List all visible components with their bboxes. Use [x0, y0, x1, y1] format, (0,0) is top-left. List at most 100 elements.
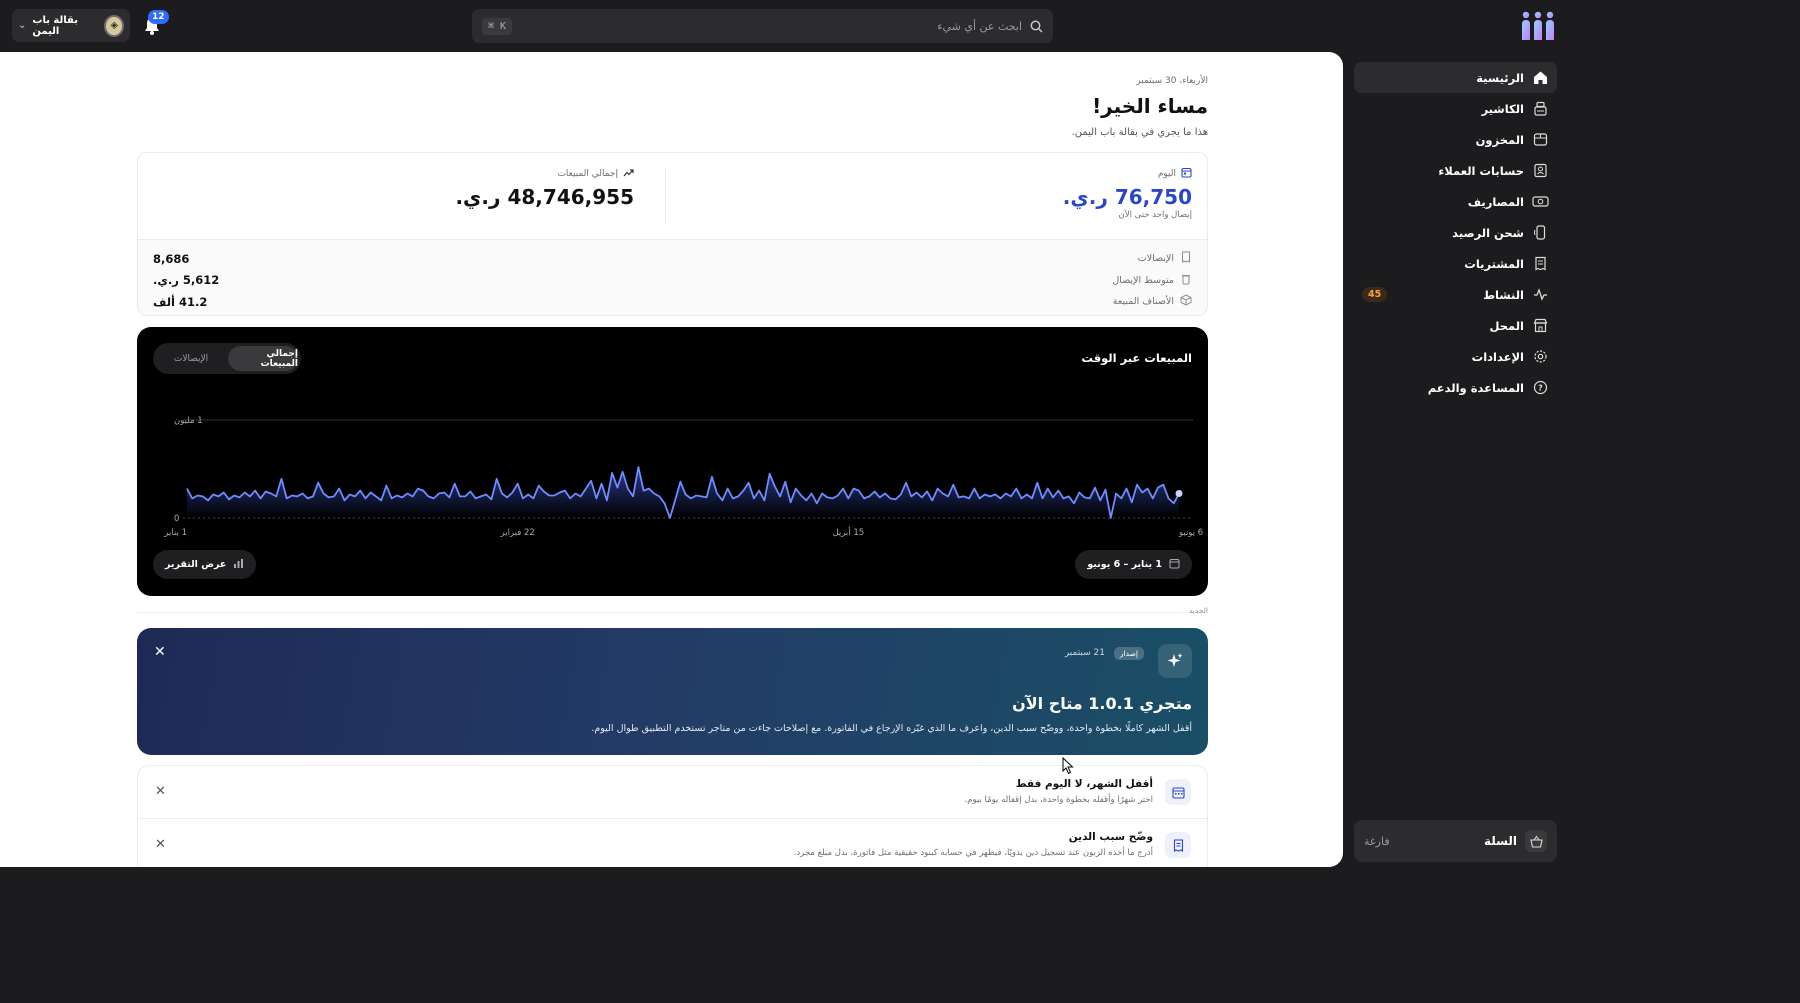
sidebar-item-label: شحن الرصيد: [1452, 225, 1524, 240]
store-switcher[interactable]: ⌄ بقالة باب اليمن ◈: [12, 9, 130, 42]
box-icon: [1531, 131, 1549, 149]
release-tag: إصدار: [1113, 647, 1144, 660]
sidebar-item-cashier[interactable]: الكاشير: [1354, 93, 1557, 124]
cash-register-icon: [1531, 100, 1549, 118]
sales-chart-card: 01 مليون 1 يناير 22 فبراير 15 أبريل 6 يونيو …: [137, 327, 1208, 596]
total-value: 48,746,955 ر.ي.: [455, 185, 634, 209]
cube-icon: [1180, 294, 1192, 309]
sidebar-item-store[interactable]: المحل: [1354, 310, 1557, 341]
money-icon: [1531, 193, 1549, 211]
sales-summary-top: اليوم 76,750 ر.ي. إيصال واحد حتى الآن إج…: [138, 153, 1207, 240]
chevron-down-icon: ⌄: [18, 20, 27, 31]
stat-divider: [665, 167, 666, 225]
view-report-label: عرض التقرير: [165, 559, 227, 570]
close-icon[interactable]: ✕: [154, 644, 166, 660]
stat-value: 5,612 ر.ي.: [153, 273, 220, 288]
stat-label: الإيصالات: [1137, 253, 1174, 265]
search-shortcut: ⌘ K: [482, 17, 513, 35]
tab-total-sales[interactable]: إجمالي المبيعات: [228, 346, 298, 371]
app-logo: [1522, 11, 1554, 40]
y-tick-label: 1 مليون: [174, 416, 203, 426]
search-input[interactable]: ابحث عن أي شيء ⌘ K: [472, 9, 1053, 43]
calendar-icon: [1181, 167, 1192, 181]
calendar-icon: [1165, 779, 1191, 805]
tip-card: أقفل الشهر، لا اليوم فقط اختر شهرًا وأقف…: [137, 765, 1208, 819]
sidebar: الرئيسية الكاشير المخزون حسابات العملاء …: [1354, 62, 1557, 403]
store-avatar: ◈: [104, 14, 124, 37]
basket-icon: [1525, 830, 1547, 852]
total-label: إجمالي المبيعات: [557, 169, 618, 179]
stat-label: الأصناف المبيعة: [1112, 296, 1174, 308]
x-tick-label: 15 أبريل: [832, 526, 864, 538]
svg-text:?: ?: [1538, 384, 1543, 393]
page-subtitle: هذا ما يجري في بقالة باب اليمن.: [1071, 127, 1208, 138]
receipt-icon: [1180, 251, 1192, 266]
calendar-icon: [1169, 558, 1180, 572]
tab-receipts[interactable]: الإيصالات: [156, 346, 226, 371]
news-section-label: الجديد: [1182, 606, 1208, 615]
store-name: بقالة باب اليمن: [32, 14, 78, 37]
activity-count-badge: 45: [1362, 287, 1388, 302]
gear-icon: [1531, 348, 1549, 366]
sidebar-item-home[interactable]: الرئيسية: [1354, 62, 1557, 93]
sidebar-item-label: حسابات العملاء: [1438, 163, 1524, 178]
bar-chart-icon: [233, 558, 244, 572]
last-point-marker: [1175, 490, 1183, 497]
stat-row-avg-receipt: متوسط الإيصال 5,612 ر.ي.: [138, 270, 1207, 292]
sidebar-item-label: المصاريف: [1467, 194, 1524, 209]
total-sales: إجمالي المبيعات 48,746,955 ر.ي.: [455, 167, 634, 209]
phone-icon: [1531, 224, 1549, 242]
tip-description: أدرج ما أخذه الزبون عند تسجيل دين يدويًا…: [793, 848, 1153, 858]
stat-value: 8,686: [153, 251, 190, 266]
sidebar-item-help[interactable]: ? المساعدة والدعم: [1354, 372, 1557, 403]
today-label: اليوم: [1157, 169, 1176, 179]
sidebar-item-label: المشتريات: [1464, 256, 1524, 271]
chart-title: المبيعات عبر الوقت: [1081, 351, 1192, 365]
sidebar-item-label: النشاط: [1483, 287, 1524, 302]
release-title: متجري 1.0.1 متاح الآن: [1012, 694, 1192, 713]
top-bar: ⌄ بقالة باب اليمن ◈ 12 ابحث عن أي شيء ⌘ …: [0, 0, 1568, 52]
sales-summary-card: اليوم 76,750 ر.ي. إيصال واحد حتى الآن إج…: [137, 152, 1208, 316]
stat-row-items-sold: الأصناف المبيعة 41.2 ألف: [138, 291, 1207, 313]
stat-label: متوسط الإيصال: [1112, 274, 1174, 286]
stat-row-receipts: الإيصالات 8,686: [138, 248, 1207, 270]
close-icon[interactable]: ✕: [155, 784, 166, 799]
today-value: 76,750 ر.ي.: [1062, 185, 1192, 209]
cart-status: فارغة: [1364, 834, 1390, 848]
sidebar-item-label: المخزون: [1475, 132, 1524, 147]
tip-card: وضّح سبب الدين أدرج ما أخذه الزبون عند ت…: [137, 819, 1208, 867]
activity-icon: [1531, 286, 1549, 304]
stat-rows: الإيصالات 8,686 متوسط الإيصال 5,612 ر.ي.…: [138, 248, 1207, 313]
chart-metric-toggle: إجمالي المبيعات الإيصالات: [153, 343, 301, 374]
stat-value: 41.2 ألف: [153, 294, 208, 309]
view-report-button[interactable]: عرض التقرير: [153, 550, 257, 579]
sidebar-item-expenses[interactable]: المصاريف: [1354, 186, 1557, 217]
release-description: أقفل الشهر كاملًا بخطوة واحدة، ووضّح سبب…: [591, 723, 1192, 734]
date-range-button[interactable]: 1 يناير – 6 يونيو: [1075, 550, 1192, 579]
main-panel: الأربعاء، 30 سبتمبر مساء الخير! هذا ما ي…: [0, 52, 1343, 867]
sidebar-item-topup[interactable]: شحن الرصيد: [1354, 217, 1557, 248]
y-tick-label: 0: [174, 514, 179, 524]
receipt-icon: [1531, 255, 1549, 273]
contacts-icon: [1531, 162, 1549, 180]
trend-up-icon: [623, 167, 634, 181]
receipt-icon: [1165, 832, 1191, 858]
sparkles-icon: [1158, 644, 1192, 678]
x-tick-label: 1 يناير: [163, 528, 187, 538]
help-icon: ?: [1531, 379, 1549, 397]
sidebar-item-label: الكاشير: [1481, 101, 1524, 116]
cart-button[interactable]: السلة فارغة: [1354, 820, 1557, 862]
sidebar-item-customer-accounts[interactable]: حسابات العملاء: [1354, 155, 1557, 186]
search-icon: [1030, 20, 1043, 33]
sidebar-item-inventory[interactable]: المخزون: [1354, 124, 1557, 155]
sidebar-item-settings[interactable]: الإعدادات: [1354, 341, 1557, 372]
current-date: الأربعاء، 30 سبتمبر: [1136, 76, 1208, 86]
x-tick-label: 6 يونيو: [1178, 528, 1203, 538]
today-note: إيصال واحد حتى الآن: [1118, 210, 1192, 220]
sidebar-item-label: المحل: [1489, 318, 1524, 333]
sidebar-item-label: المساعدة والدعم: [1427, 380, 1524, 395]
sidebar-item-activity[interactable]: النشاط 45: [1354, 279, 1557, 310]
tip-title: أقفل الشهر، لا اليوم فقط: [1015, 778, 1153, 790]
close-icon[interactable]: ✕: [155, 837, 166, 852]
sidebar-item-purchases[interactable]: المشتريات: [1354, 248, 1557, 279]
